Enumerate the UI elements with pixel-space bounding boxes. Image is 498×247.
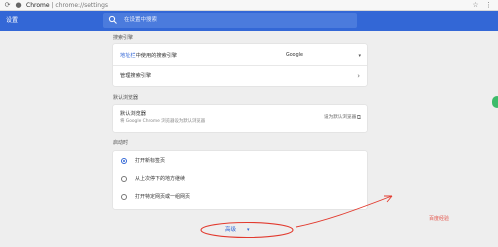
floating-widget[interactable] — [492, 96, 498, 108]
annotation-ellipse-arrow — [200, 195, 393, 239]
watermark-text: 百度经验 — [429, 216, 450, 222]
